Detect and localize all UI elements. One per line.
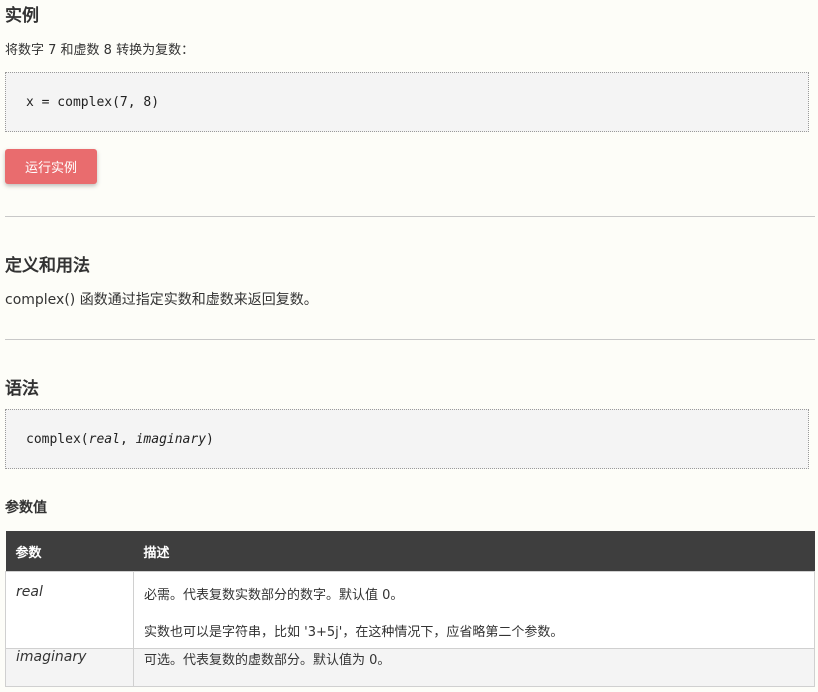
syntax-heading: 语法 (5, 379, 39, 399)
table-row: real 必需。代表复数实数部分的数字。默认值 0。 实数也可以是字符串，比如 … (5, 571, 815, 649)
syntax-separator: , (119, 432, 136, 447)
table-header-row: 参数 描述 (5, 531, 815, 572)
divider (5, 339, 815, 340)
param-description: 可选。代表复数的虚数部分。默认值为 0。 (133, 648, 815, 687)
definition-text: complex() 函数通过指定实数和虚数来返回复数。 (5, 292, 318, 308)
params-table: 参数 描述 real 必需。代表复数实数部分的数字。默认值 0。 实数也可以是字… (5, 531, 815, 687)
param-description-line: 必需。代表复数实数部分的数字。默认值 0。 (144, 588, 404, 603)
column-header: 参数 (5, 531, 134, 572)
syntax-param-imaginary: imaginary (135, 432, 207, 447)
column-header: 描述 (133, 531, 815, 572)
divider (5, 216, 815, 217)
param-description-line: 实数也可以是字符串，比如 '3+5j'，在这种情况下，应省略第二个参数。 (144, 625, 564, 640)
param-name: imaginary (5, 648, 134, 687)
syntax-prefix: complex( (26, 432, 89, 447)
param-name: real (5, 571, 134, 649)
definition-heading: 定义和用法 (5, 256, 90, 276)
table-row: imaginary 可选。代表复数的虚数部分。默认值为 0。 (5, 648, 815, 687)
example-code: x = complex(7, 8) (26, 95, 160, 110)
syntax-code-block: complex(real, imaginary) (5, 409, 809, 469)
params-heading: 参数值 (5, 500, 47, 516)
syntax-param-real: real (88, 432, 120, 447)
syntax-code: complex(real, imaginary) (26, 432, 214, 447)
example-code-block: x = complex(7, 8) (5, 72, 809, 132)
param-description: 必需。代表复数实数部分的数字。默认值 0。 实数也可以是字符串，比如 '3+5j… (133, 571, 815, 649)
example-heading: 实例 (5, 6, 39, 26)
example-intro: 将数字 7 和虚数 8 转换为复数： (5, 43, 195, 58)
syntax-suffix: ) (206, 432, 214, 447)
run-example-button[interactable]: 运行实例 (5, 149, 97, 184)
